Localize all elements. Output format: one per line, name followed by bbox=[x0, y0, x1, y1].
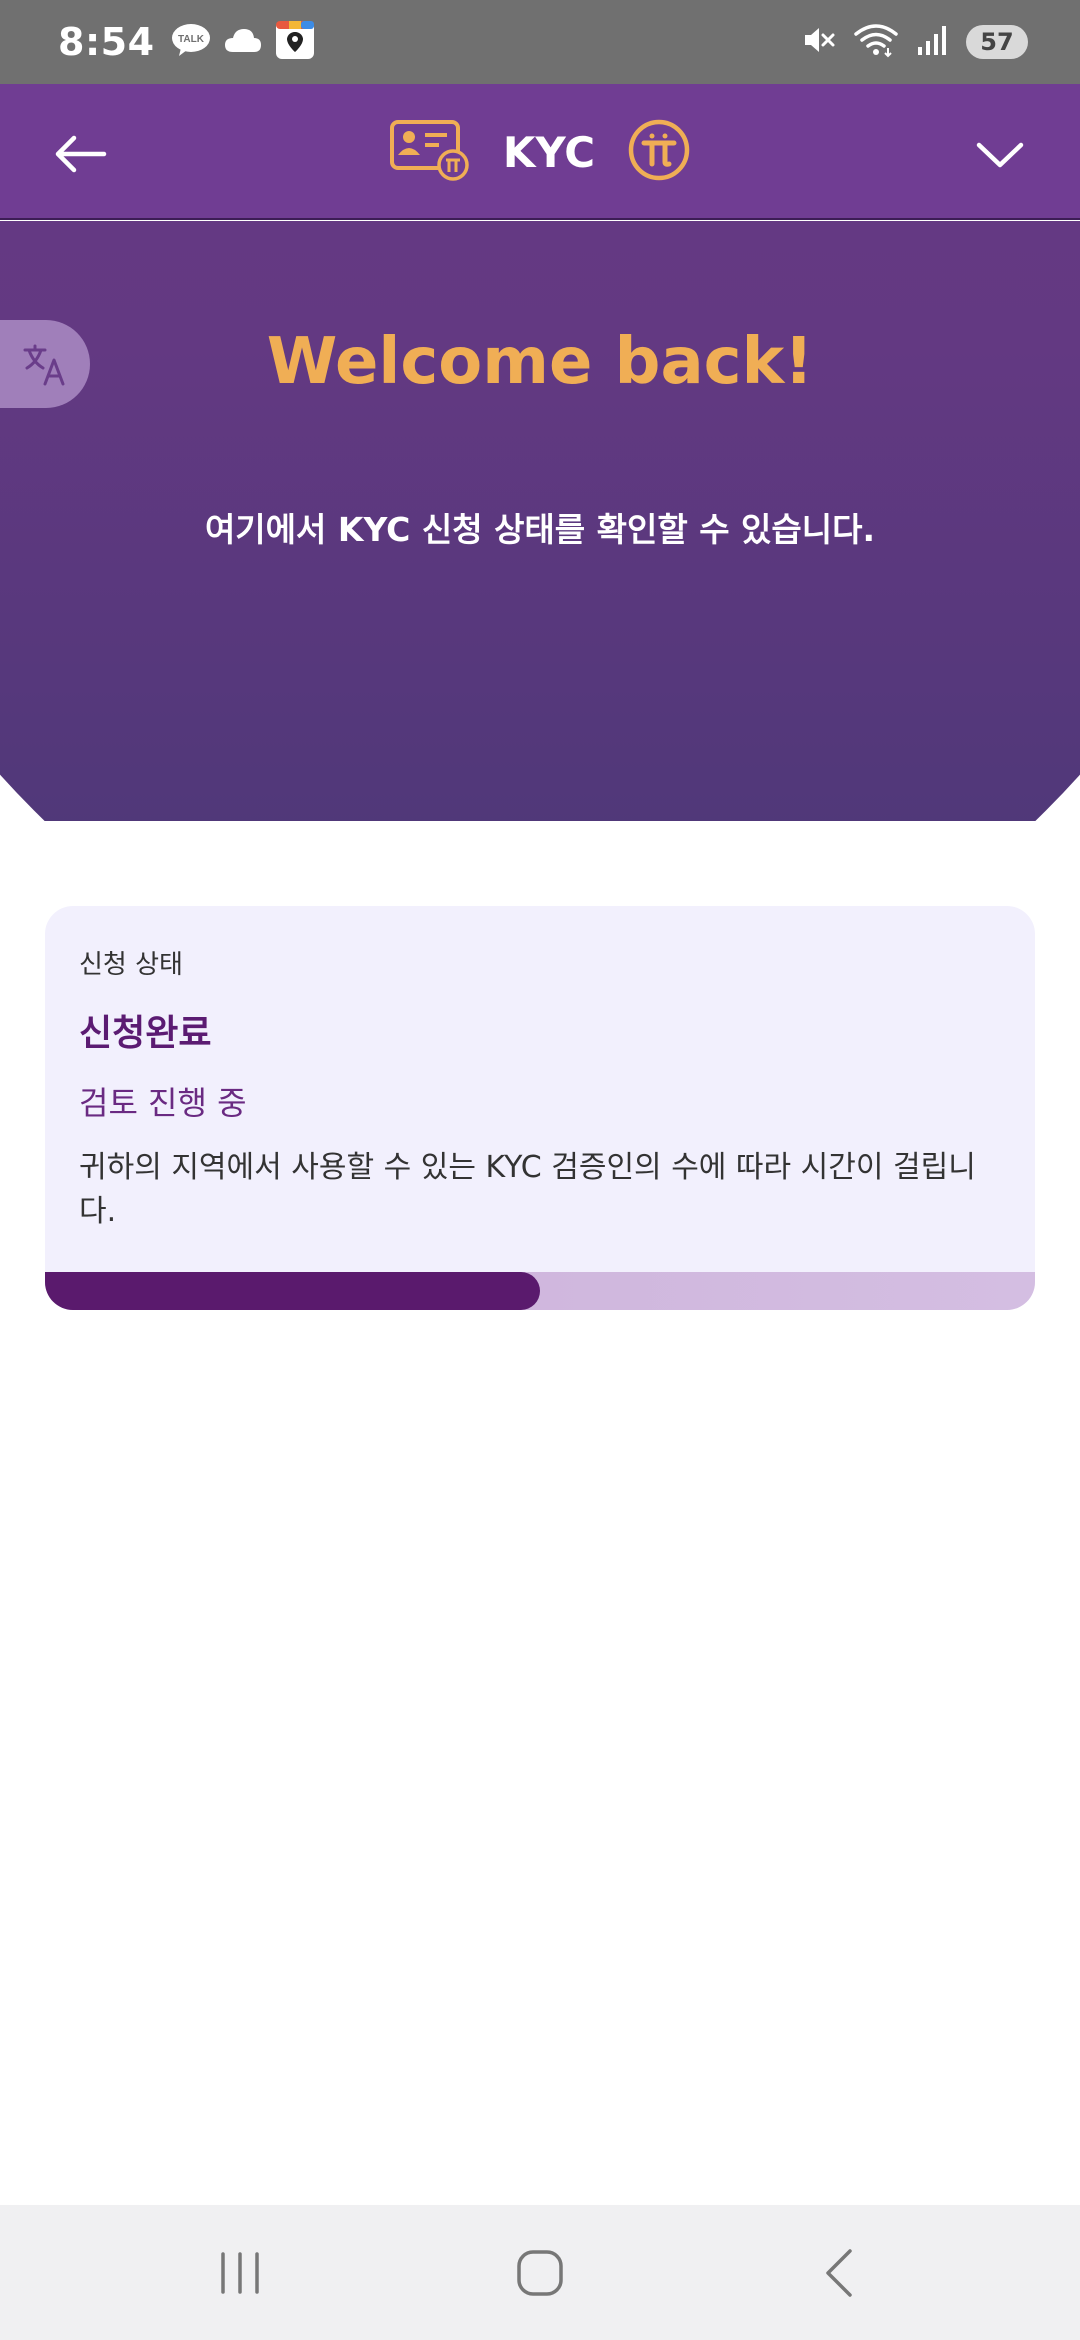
home-icon bbox=[517, 2249, 563, 2296]
status-bar: 8:54 TALK 57 bbox=[0, 0, 1080, 84]
mute-icon bbox=[802, 23, 836, 61]
status-time: 8:54 bbox=[58, 20, 155, 64]
recent-apps-icon bbox=[221, 2251, 259, 2294]
application-status-card: 신청 상태 신청완료 검토 진행 중 귀하의 지역에서 사용할 수 있는 KYC… bbox=[45, 906, 1035, 1310]
status-label: 신청 상태 bbox=[79, 950, 183, 980]
signal-icon bbox=[916, 23, 948, 61]
page-title: KYC bbox=[502, 127, 596, 177]
app-header: KYC bbox=[0, 84, 1080, 220]
status-value: 신청완료 bbox=[79, 1013, 212, 1054]
system-nav-bar bbox=[0, 2205, 1080, 2340]
status-bar-left: 8:54 TALK bbox=[58, 20, 315, 64]
chevron-down-icon bbox=[976, 142, 1024, 168]
calendar-app-icon bbox=[275, 20, 315, 64]
kakaotalk-icon: TALK bbox=[171, 23, 211, 61]
progress-bar bbox=[45, 1272, 1035, 1310]
cloud-icon bbox=[223, 26, 263, 58]
id-card-pi-icon bbox=[389, 119, 471, 185]
header-title-group: KYC bbox=[0, 84, 1080, 220]
wifi-icon bbox=[854, 22, 898, 62]
system-back-button[interactable] bbox=[790, 2233, 890, 2313]
battery-icon: 57 bbox=[966, 25, 1028, 59]
welcome-subtitle: 여기에서 KYC 신청 상태를 확인할 수 있습니다. bbox=[204, 510, 876, 549]
kyc-screen: 8:54 TALK 57 KYC Welcome back! 여기에서 KYC … bbox=[0, 0, 1080, 2340]
home-button[interactable] bbox=[490, 2233, 590, 2313]
expand-button[interactable] bbox=[960, 114, 1040, 194]
back-icon bbox=[826, 2248, 852, 2297]
recent-apps-button[interactable] bbox=[190, 2233, 290, 2313]
progress-fill bbox=[45, 1272, 540, 1310]
svg-text:TALK: TALK bbox=[178, 34, 205, 45]
status-description: 귀하의 지역에서 사용할 수 있는 KYC 검증인의 수에 따라 시간이 걸립니… bbox=[79, 1150, 976, 1229]
review-status: 검토 진행 중 bbox=[79, 1084, 247, 1122]
status-bar-right: 57 bbox=[802, 22, 1028, 62]
welcome-heading: Welcome back! bbox=[266, 325, 814, 399]
pi-coin-icon bbox=[627, 118, 691, 186]
